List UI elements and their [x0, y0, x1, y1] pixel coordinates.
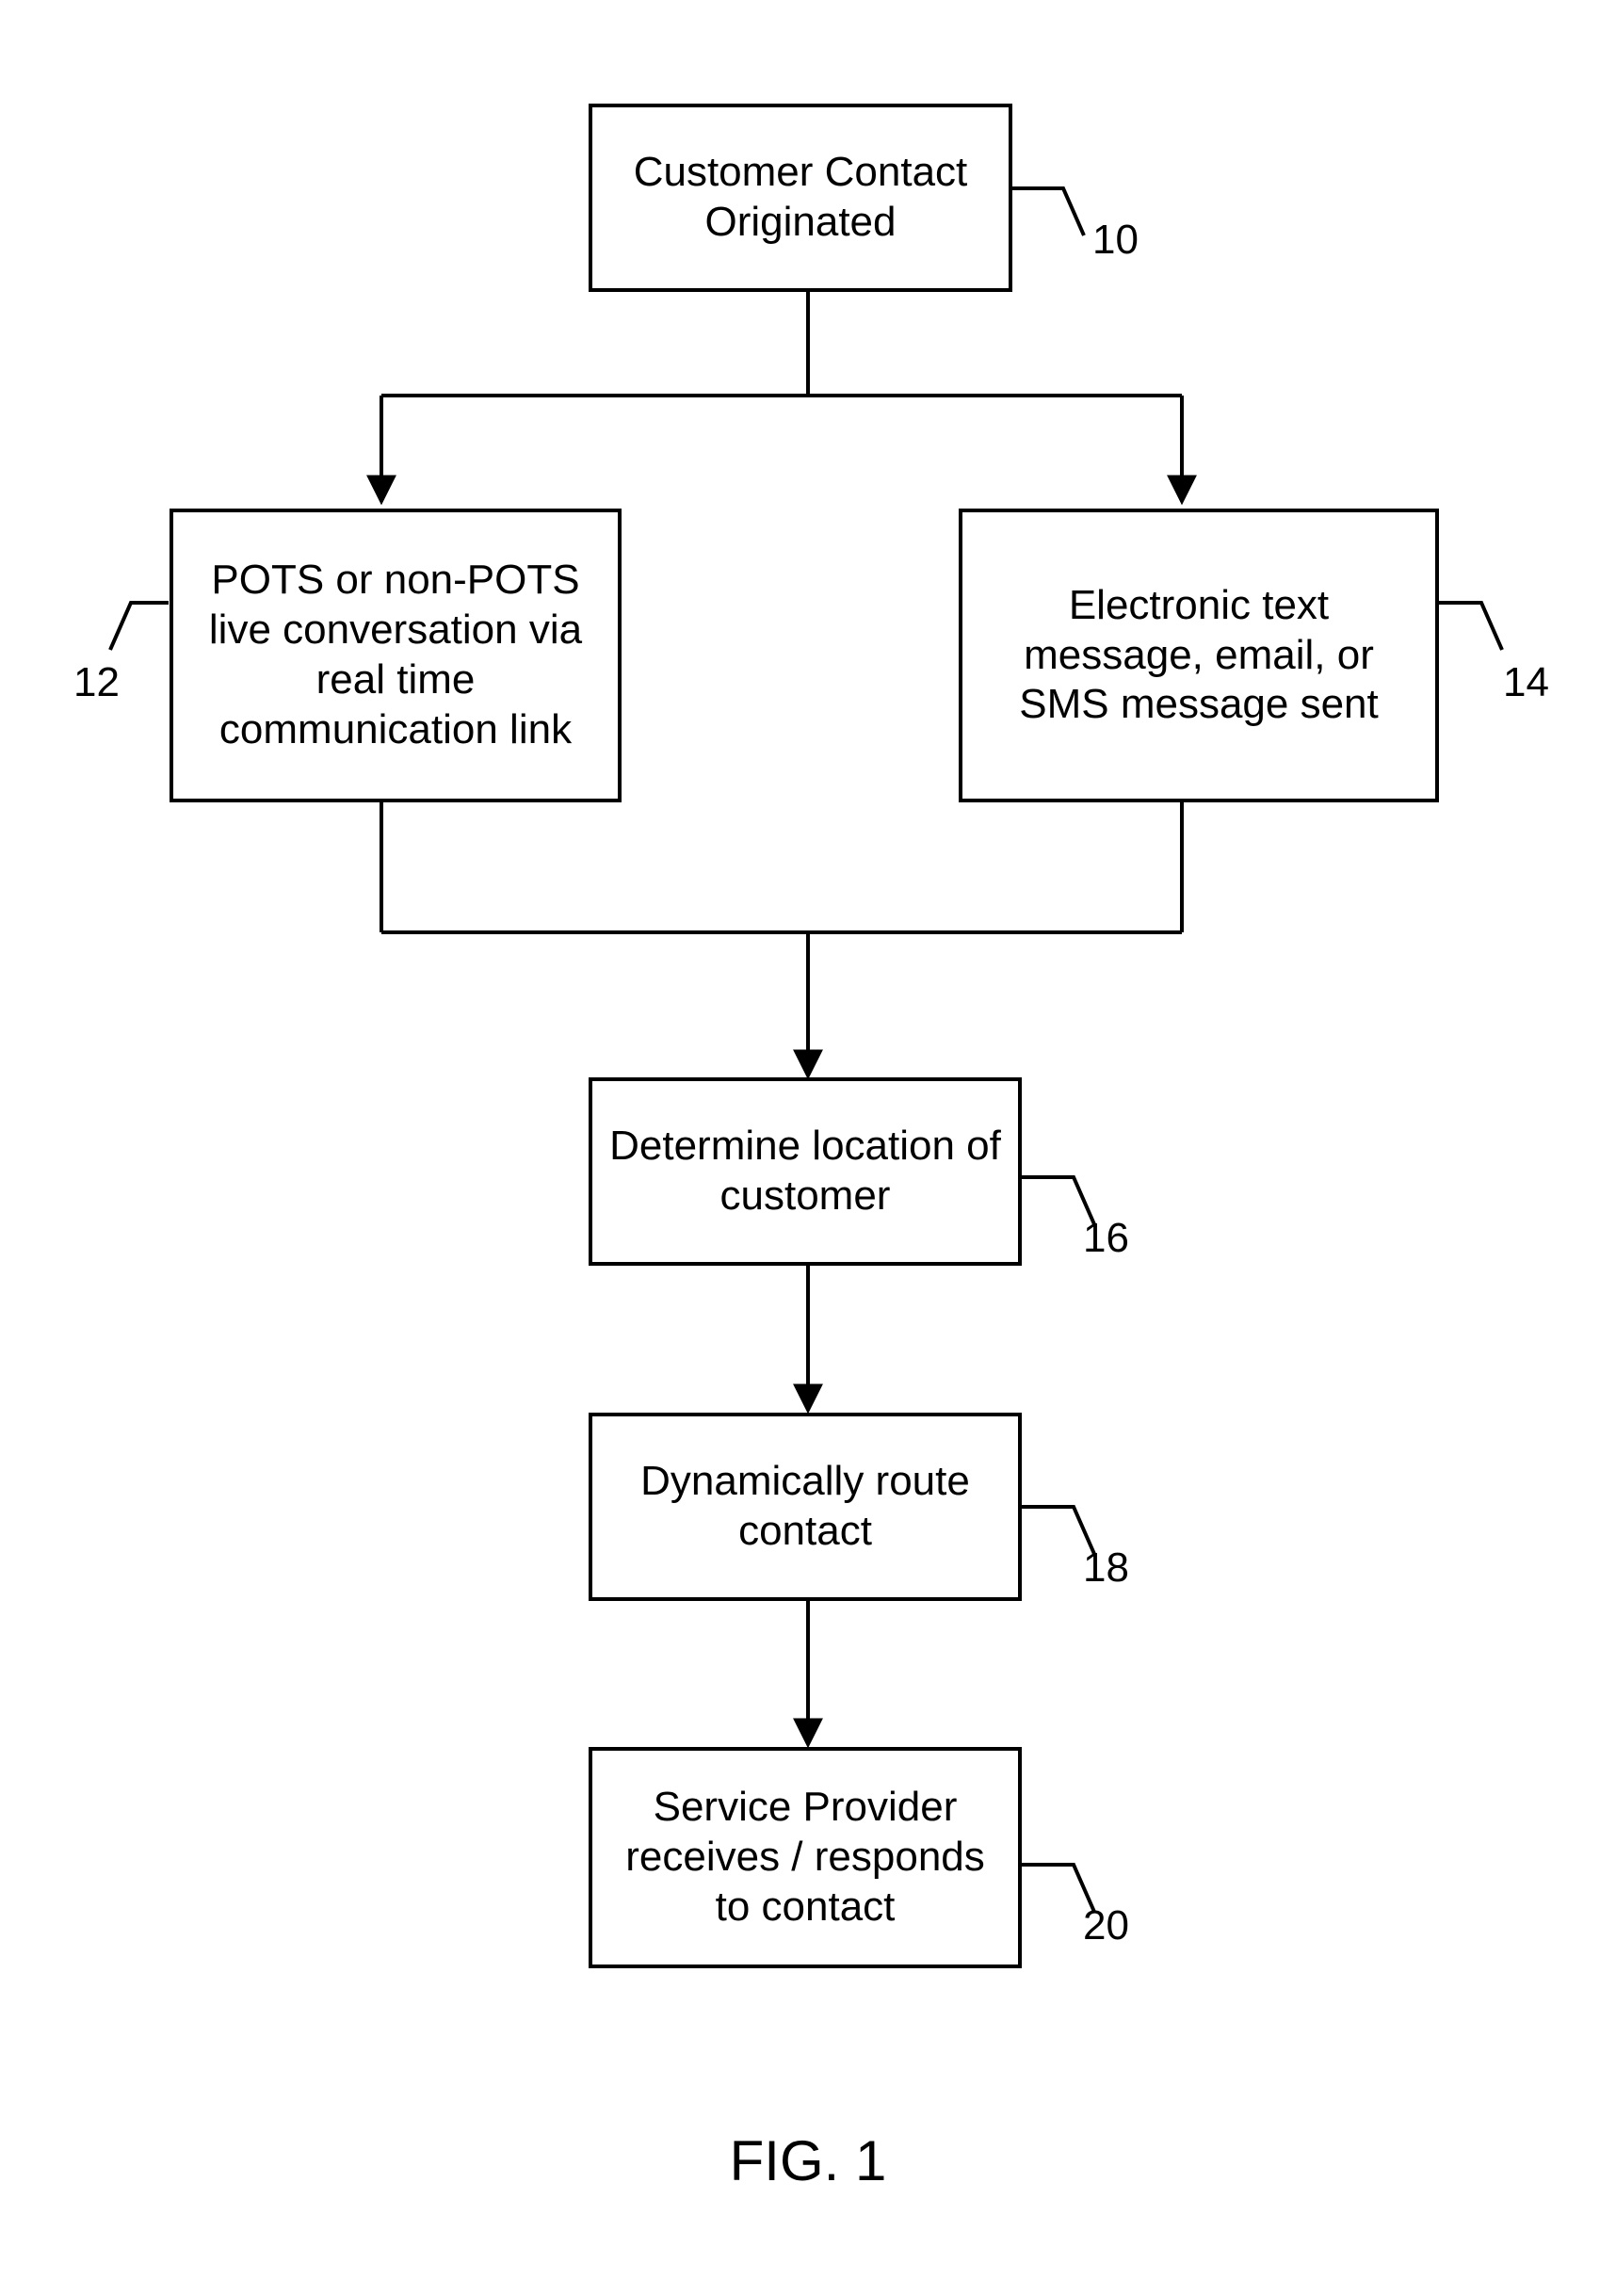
figure-caption: FIG. 1	[0, 2128, 1616, 2193]
ref-16: 16	[1083, 1215, 1129, 1262]
box-text: Determine location of customer	[607, 1122, 1003, 1221]
box-text: Dynamically route contact	[607, 1457, 1003, 1557]
box-customer-contact-originated: Customer Contact Originated	[589, 104, 1012, 292]
box-dynamically-route: Dynamically route contact	[589, 1413, 1022, 1601]
box-electronic-text-message: Electronic text message, email, or SMS m…	[959, 509, 1439, 802]
ref-14: 14	[1503, 659, 1549, 706]
box-text: Customer Contact Originated	[607, 148, 994, 248]
box-pots-live-conversation: POTS or non-POTS live conversation via r…	[170, 509, 622, 802]
ref-20: 20	[1083, 1902, 1129, 1949]
box-text: Electronic text message, email, or SMS m…	[978, 581, 1420, 730]
box-service-provider-receives: Service Provider receives / responds to …	[589, 1747, 1022, 1968]
box-text: POTS or non-POTS live conversation via r…	[188, 556, 603, 754]
ref-12: 12	[73, 659, 120, 706]
ref-18: 18	[1083, 1544, 1129, 1592]
box-text: Service Provider receives / responds to …	[607, 1783, 1003, 1932]
box-determine-location: Determine location of customer	[589, 1077, 1022, 1266]
ref-10: 10	[1092, 217, 1139, 264]
flowchart-canvas: Customer Contact Originated POTS or non-…	[0, 0, 1616, 2296]
